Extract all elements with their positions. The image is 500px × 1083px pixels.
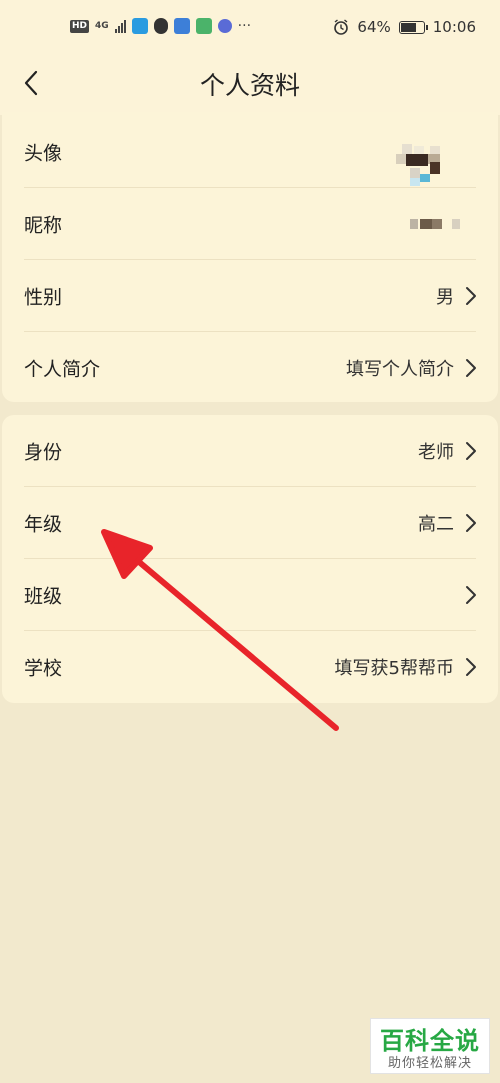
app-notification-icon: [173, 18, 190, 34]
row-avatar[interactable]: 头像: [2, 116, 498, 188]
row-label: 昵称: [24, 214, 63, 237]
nickname-value: [410, 218, 470, 230]
qq-icon: [153, 18, 168, 34]
row-value: 老师: [418, 442, 454, 463]
row-label: 身份: [24, 441, 63, 464]
school-card: 身份 老师 年级 高二 班级 学校 填写获5帮帮币: [2, 415, 498, 703]
chevron-right-icon: [466, 442, 476, 460]
row-label: 年级: [24, 513, 63, 536]
status-left-icons: HD 4G ···: [70, 18, 251, 34]
watermark-subtitle: 助你轻松解决: [387, 1056, 472, 1071]
avatar: [396, 144, 452, 192]
battery-icon: [398, 20, 428, 34]
row-class[interactable]: 班级: [2, 559, 498, 631]
row-gender[interactable]: 性别 男: [2, 260, 498, 332]
page-title: 个人资料: [199, 71, 300, 100]
row-label: 头像: [24, 142, 63, 165]
network-type: 4G: [95, 21, 109, 31]
row-label: 班级: [24, 585, 63, 608]
row-value: 填写个人简介: [346, 359, 454, 380]
status-right-icons: 64% 10:06: [333, 18, 476, 36]
app-notification-icon: [131, 18, 148, 34]
row-identity[interactable]: 身份 老师: [2, 415, 498, 487]
chevron-right-icon: [466, 586, 476, 604]
battery-percent: 64%: [357, 18, 391, 36]
watermark-title: 百科全说: [380, 1027, 480, 1055]
row-value: 填写获5帮帮币: [334, 658, 454, 679]
hd-icon: HD: [70, 19, 90, 33]
row-value: 高二: [418, 514, 454, 535]
row-value: 男: [436, 287, 454, 308]
profile-card: 头像 昵称 性别 男 个人简介 填写个人简介: [2, 112, 498, 402]
clock: 10:06: [432, 18, 476, 36]
chevron-right-icon: [466, 287, 476, 305]
music-icon: [217, 19, 232, 33]
chevron-right-icon: [466, 658, 476, 676]
app-notification-icon: [195, 18, 212, 34]
status-bar: HD 4G ··· 64% 10:06: [0, 0, 500, 60]
alarm-icon: [334, 19, 349, 35]
chevron-right-icon: [466, 514, 476, 532]
more-notifications-icon: ···: [237, 18, 252, 34]
row-bio[interactable]: 个人简介 填写个人简介: [2, 332, 498, 404]
row-label: 性别: [24, 286, 63, 309]
row-grade[interactable]: 年级 高二: [2, 487, 498, 559]
chevron-right-icon: [466, 359, 476, 377]
signal-icon: [114, 19, 126, 33]
header-bar: 个人资料: [0, 60, 500, 115]
watermark-logo: 百科全说 助你轻松解决: [370, 1018, 490, 1074]
row-nickname[interactable]: 昵称: [2, 188, 498, 260]
row-label: 学校: [24, 657, 63, 680]
row-school[interactable]: 学校 填写获5帮帮币: [2, 631, 498, 703]
row-label: 个人简介: [24, 358, 101, 381]
